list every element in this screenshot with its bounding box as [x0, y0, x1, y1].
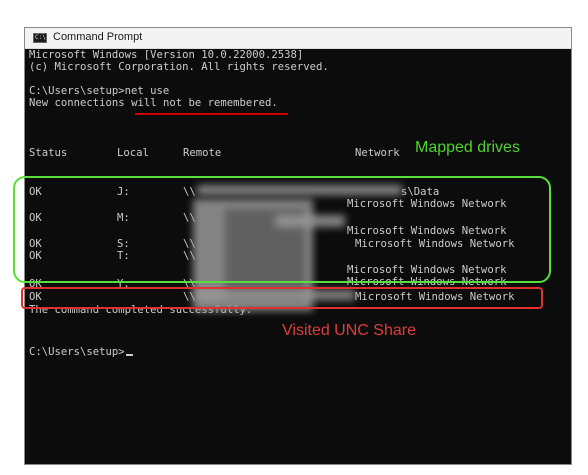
- header-remote: Remote: [183, 147, 222, 159]
- banner-version: Microsoft Windows [Version 10.0.22000.25…: [29, 49, 304, 61]
- visited-unc-label: Visited UNC Share: [282, 322, 416, 339]
- unc-share-highlight: [21, 287, 543, 309]
- prompt-text: C:\Users\setup>: [29, 346, 125, 358]
- mapped-drives-label: Mapped drives: [415, 139, 520, 156]
- header-local: Local: [117, 147, 149, 159]
- notice-emphasis: will not be remembered.: [131, 97, 278, 109]
- notice-line: New connections will not be remembered.: [29, 97, 278, 109]
- mapped-drives-highlight: [13, 176, 551, 283]
- header-status: Status: [29, 147, 68, 159]
- emphasis-underline: [135, 113, 288, 115]
- window-title: Command Prompt: [53, 31, 143, 43]
- banner-copyright: (c) Microsoft Corporation. All rights re…: [29, 61, 329, 73]
- header-network: Network: [355, 147, 400, 159]
- notice-prefix: New connections: [29, 97, 132, 109]
- command-line: C:\Users\setup>net use: [29, 85, 170, 97]
- prompt-line: C:\Users\setup>: [29, 346, 133, 358]
- text-cursor: [125, 354, 133, 356]
- console-app-icon: C:\: [33, 33, 47, 43]
- title-bar[interactable]: C:\ Command Prompt: [25, 28, 571, 49]
